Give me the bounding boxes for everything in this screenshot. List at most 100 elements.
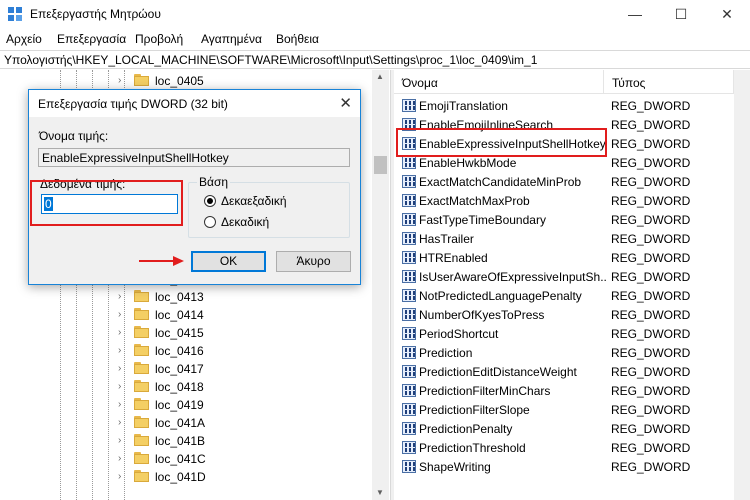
tree-item-label[interactable]: loc_0419 xyxy=(155,398,204,412)
tree-item[interactable]: › loc_0416 xyxy=(0,342,372,360)
menu-view[interactable]: Προβολή xyxy=(135,32,183,46)
address-bar[interactable]: Υπολογιστής\HKEY_LOCAL_MACHINE\SOFTWARE\… xyxy=(0,50,750,69)
tree-item-label[interactable]: loc_0414 xyxy=(155,308,204,322)
value-name[interactable]: PredictionThreshold xyxy=(419,441,607,455)
value-row[interactable]: PredictionFilterMinChars REG_DWORD xyxy=(394,381,734,400)
tree-item-label[interactable]: loc_041A xyxy=(155,416,205,430)
tree-item-label[interactable]: loc_0417 xyxy=(155,362,204,376)
tree-item-label[interactable]: loc_041C xyxy=(155,452,206,466)
cancel-button[interactable]: Άκυρο xyxy=(276,251,351,272)
tree-item[interactable]: › loc_041A xyxy=(0,414,372,432)
tree-item[interactable]: › loc_0413 xyxy=(0,288,372,306)
menu-edit[interactable]: Επεξεργασία xyxy=(57,32,126,46)
tree-item-label[interactable]: loc_041B xyxy=(155,434,205,448)
tree-item-label[interactable]: loc_0413 xyxy=(155,290,204,304)
value-name[interactable]: EnableHwkbMode xyxy=(419,156,607,170)
tree-item[interactable]: › loc_041C xyxy=(0,450,372,468)
expand-chevron-icon[interactable]: › xyxy=(118,453,121,464)
maximize-button[interactable]: ☐ xyxy=(658,0,704,28)
expand-chevron-icon[interactable]: › xyxy=(118,327,121,338)
value-name[interactable]: ExactMatchCandidateMinProb xyxy=(419,175,607,189)
value-name[interactable]: PredictionFilterMinChars xyxy=(419,384,607,398)
value-row[interactable]: NumberOfKyesToPress REG_DWORD xyxy=(394,305,734,324)
expand-chevron-icon[interactable]: › xyxy=(118,381,121,392)
dialog-close-icon[interactable]: ✕ xyxy=(339,94,352,112)
value-name[interactable]: PredictionFilterSlope xyxy=(419,403,607,417)
value-row[interactable]: PredictionThreshold REG_DWORD xyxy=(394,438,734,457)
reg-binary-value-icon xyxy=(402,289,416,302)
menu-help[interactable]: Βοήθεια xyxy=(276,32,319,46)
value-name[interactable]: PeriodShortcut xyxy=(419,327,607,341)
radio-hexadecimal-dot[interactable] xyxy=(204,195,216,207)
tree-item[interactable]: › loc_0418 xyxy=(0,378,372,396)
expand-chevron-icon[interactable]: › xyxy=(118,309,121,320)
expand-chevron-icon[interactable]: › xyxy=(118,291,121,302)
value-name[interactable]: FastTypeTimeBoundary xyxy=(419,213,607,227)
value-row[interactable]: EmojiTranslation REG_DWORD xyxy=(394,96,734,115)
value-name[interactable]: HasTrailer xyxy=(419,232,607,246)
tree-item-label[interactable]: loc_041D xyxy=(155,470,206,484)
expand-chevron-icon[interactable]: › xyxy=(118,471,121,482)
expand-chevron-icon[interactable]: › xyxy=(118,363,121,374)
menu-file[interactable]: Αρχείο xyxy=(6,32,42,46)
tree-item-label[interactable]: loc_0418 xyxy=(155,380,204,394)
menu-favorites[interactable]: Αγαπημένα xyxy=(201,32,262,46)
value-row[interactable]: PredictionFilterSlope REG_DWORD xyxy=(394,400,734,419)
column-header-type[interactable]: Τύπος xyxy=(604,70,734,94)
scroll-down-icon[interactable]: ▼ xyxy=(376,488,384,497)
dialog-title-bar: Επεξεργασία τιμής DWORD (32 bit) ✕ xyxy=(29,90,360,117)
value-name[interactable]: EmojiTranslation xyxy=(419,99,607,113)
ok-button[interactable]: ΟΚ xyxy=(191,251,266,272)
expand-chevron-icon[interactable]: › xyxy=(118,417,121,428)
value-row[interactable]: IsUserAwareOfExpressiveInputSh... REG_DWO… xyxy=(394,267,734,286)
value-name[interactable]: HTREnabled xyxy=(419,251,607,265)
tree-item[interactable]: › loc_041D xyxy=(0,468,372,486)
minimize-button[interactable]: — xyxy=(612,0,658,28)
value-row[interactable]: PredictionPenalty REG_DWORD xyxy=(394,419,734,438)
value-row[interactable]: ExactMatchCandidateMinProb REG_DWORD xyxy=(394,172,734,191)
close-window-button[interactable]: ✕ xyxy=(704,0,750,28)
expand-chevron-icon[interactable]: › xyxy=(118,435,121,446)
tree-item[interactable]: › loc_0414 xyxy=(0,306,372,324)
tree-item[interactable]: › loc_0417 xyxy=(0,360,372,378)
scroll-up-icon[interactable]: ▲ xyxy=(376,72,384,81)
value-name[interactable]: Prediction xyxy=(419,346,607,360)
value-type: REG_DWORD xyxy=(611,441,691,455)
value-name[interactable]: ExactMatchMaxProb xyxy=(419,194,607,208)
tree-item-label[interactable]: loc_0415 xyxy=(155,326,204,340)
tree-item-label[interactable]: loc_0405 xyxy=(155,74,204,88)
value-row[interactable]: HasTrailer REG_DWORD xyxy=(394,229,734,248)
column-header-name[interactable]: Όνομα xyxy=(394,70,604,94)
value-name[interactable]: ShapeWriting xyxy=(419,460,607,474)
value-row[interactable]: Prediction REG_DWORD xyxy=(394,343,734,362)
value-row[interactable]: ExactMatchMaxProb REG_DWORD xyxy=(394,191,734,210)
value-row[interactable]: PeriodShortcut REG_DWORD xyxy=(394,324,734,343)
radio-hexadecimal[interactable]: Δεκαεξαδική xyxy=(204,194,324,210)
values-scrollbar[interactable] xyxy=(734,70,750,500)
tree-item-label[interactable]: loc_0416 xyxy=(155,344,204,358)
radio-decimal-dot[interactable] xyxy=(204,216,216,228)
value-row[interactable]: NotPredictedLanguagePenalty REG_DWORD xyxy=(394,286,734,305)
expand-chevron-icon[interactable]: › xyxy=(118,345,121,356)
tree-item[interactable]: › loc_0405 xyxy=(0,72,372,90)
value-row[interactable]: HTREnabled REG_DWORD xyxy=(394,248,734,267)
value-row[interactable]: ShapeWriting REG_DWORD xyxy=(394,457,734,476)
value-name[interactable]: IsUserAwareOfExpressiveInputSh... xyxy=(419,270,607,284)
radio-decimal[interactable]: Δεκαδική xyxy=(204,215,324,231)
value-name[interactable]: PredictionEditDistanceWeight xyxy=(419,365,607,379)
value-name[interactable]: NumberOfKyesToPress xyxy=(419,308,607,322)
expand-chevron-icon[interactable]: › xyxy=(118,75,121,86)
tree-scrollbar-thumb[interactable] xyxy=(374,156,387,174)
tree-item[interactable]: › loc_0419 xyxy=(0,396,372,414)
value-type: REG_DWORD xyxy=(611,99,691,113)
value-name[interactable]: NotPredictedLanguagePenalty xyxy=(419,289,607,303)
value-row[interactable]: FastTypeTimeBoundary REG_DWORD xyxy=(394,210,734,229)
tree-item[interactable]: › loc_0415 xyxy=(0,324,372,342)
expand-chevron-icon[interactable]: › xyxy=(118,399,121,410)
tree-scrollbar[interactable]: ▲ ▼ xyxy=(372,70,389,500)
value-name[interactable]: PredictionPenalty xyxy=(419,422,607,436)
value-row[interactable]: PredictionEditDistanceWeight REG_DWORD xyxy=(394,362,734,381)
tree-item[interactable]: › loc_041B xyxy=(0,432,372,450)
address-path[interactable]: Υπολογιστής\HKEY_LOCAL_MACHINE\SOFTWARE\… xyxy=(4,53,537,67)
folder-icon xyxy=(134,416,149,428)
